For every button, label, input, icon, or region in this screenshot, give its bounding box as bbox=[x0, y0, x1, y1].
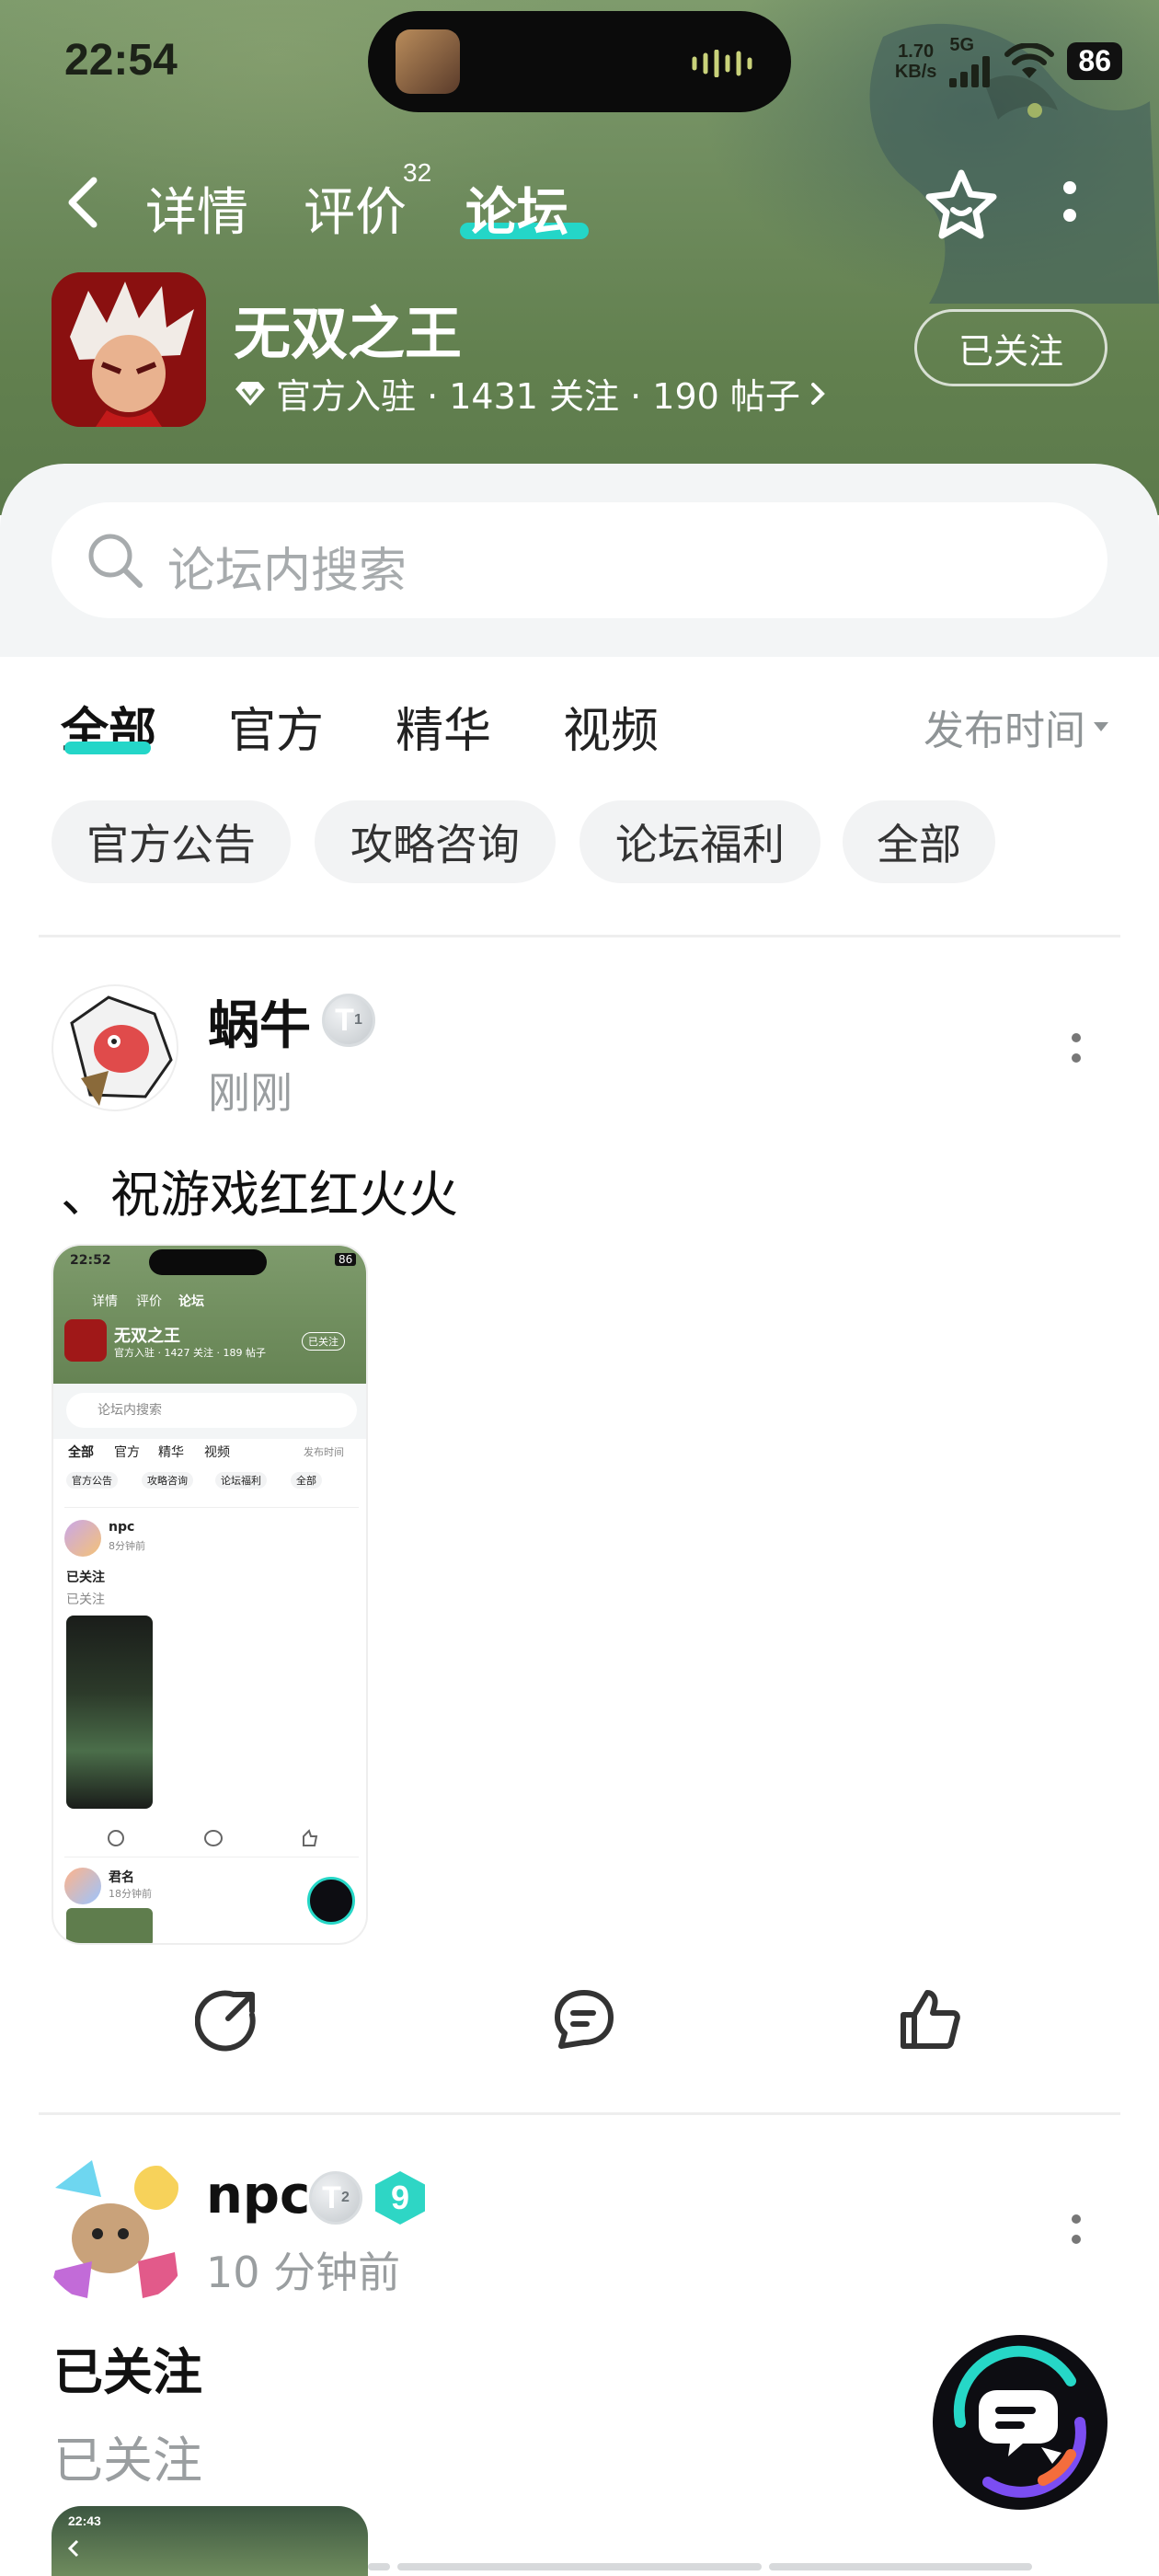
search-placeholder: 论坛内搜索 bbox=[167, 544, 407, 599]
game-meta-text: 官方入驻 · 1431 关注 · 190 帖子 bbox=[276, 376, 800, 417]
screenshot-actions bbox=[108, 1829, 318, 1846]
post-image[interactable]: 22:52 86 详情 评价 论坛 无双之王 官方入驻 · 1427 关注 · … bbox=[52, 1244, 368, 1945]
filter-tab-indicator bbox=[64, 742, 151, 754]
screenshot-post-sub: 已关注 bbox=[66, 1593, 105, 1607]
chevron-right-icon bbox=[810, 382, 825, 405]
screenshot-chip: 全部 bbox=[291, 1472, 322, 1489]
now-playing-thumbnail bbox=[396, 29, 460, 94]
tab-details[interactable]: 详情 bbox=[145, 171, 248, 246]
filter-tab-featured[interactable]: 精华 bbox=[396, 692, 491, 761]
divider bbox=[39, 935, 1120, 937]
game-header: 22:54 1.70 KB/s 5G 86 详情 评价 32 论坛 无双之王 官… bbox=[0, 0, 1159, 515]
screenshot-tab: 评价 bbox=[136, 1294, 162, 1309]
battery-level: 86 bbox=[1067, 42, 1122, 80]
review-count: 32 bbox=[403, 158, 432, 187]
screenshot-post2-user: 君名 bbox=[109, 1870, 134, 1885]
sort-dropdown[interactable]: 发布时间 bbox=[924, 697, 1109, 756]
screenshot-game-meta: 官方入驻 · 1427 关注 · 189 帖子 bbox=[114, 1347, 266, 1359]
post-more-icon[interactable] bbox=[1067, 2210, 1085, 2250]
audio-wave-icon bbox=[692, 50, 752, 77]
tab-reviews[interactable]: 评价 bbox=[304, 171, 407, 246]
image-pager-dot bbox=[397, 2563, 762, 2570]
chip-guide-questions[interactable]: 攻略咨询 bbox=[315, 800, 556, 883]
screenshot-filter: 全部 bbox=[68, 1445, 94, 1460]
user-tier-badge: T1 bbox=[322, 994, 375, 1047]
post-time: 10 分钟前 bbox=[206, 2248, 401, 2297]
screenshot-battery: 86 bbox=[335, 1253, 357, 1266]
net-speed: 1.70 KB/s bbox=[894, 40, 937, 82]
image-pager-dot bbox=[368, 2563, 390, 2570]
filter-tab-official[interactable]: 官方 bbox=[228, 692, 324, 761]
screenshot-chip: 官方公告 bbox=[66, 1472, 118, 1489]
screenshot-divider bbox=[64, 1507, 359, 1508]
post-more-icon[interactable] bbox=[1067, 1029, 1085, 1069]
filter-tab-video[interactable]: 视频 bbox=[563, 692, 659, 761]
screenshot-avatar bbox=[64, 1868, 101, 1904]
chip-official-notice[interactable]: 官方公告 bbox=[52, 800, 291, 883]
post-author[interactable]: 蜗牛 bbox=[208, 984, 311, 1059]
post-title[interactable]: 已关注 bbox=[53, 2331, 202, 2404]
screenshot-time: 22:52 bbox=[70, 1253, 111, 1268]
screenshot-sort: 发布时间 bbox=[304, 1446, 344, 1458]
signal-icon: 5G bbox=[949, 35, 992, 87]
screenshot-post-title: 已关注 bbox=[66, 1570, 105, 1585]
screenshot-back-icon bbox=[68, 2539, 79, 2558]
screenshot-filter: 官方 bbox=[114, 1445, 140, 1460]
game-meta[interactable]: 官方入驻 · 1431 关注 · 190 帖子 bbox=[234, 368, 826, 419]
screenshot-filter: 视频 bbox=[204, 1445, 230, 1460]
user-level-badge: 9 bbox=[375, 2171, 425, 2225]
forum-chat-fab[interactable] bbox=[933, 2335, 1107, 2510]
avatar[interactable] bbox=[52, 984, 178, 1111]
status-time: 22:54 bbox=[64, 36, 178, 85]
screenshot-game-icon bbox=[64, 1319, 107, 1362]
sort-label: 发布时间 bbox=[924, 707, 1085, 754]
post-time: 刚刚 bbox=[208, 1068, 293, 1118]
back-icon[interactable] bbox=[64, 175, 101, 230]
screenshot-island bbox=[149, 1249, 267, 1275]
screenshot-chip: 攻略咨询 bbox=[142, 1472, 193, 1489]
post-author[interactable]: npc bbox=[206, 2166, 310, 2225]
like-icon[interactable] bbox=[898, 1987, 962, 2052]
screenshot-tab: 详情 bbox=[92, 1294, 118, 1309]
screenshot-post-user: npc bbox=[109, 1520, 135, 1535]
screenshot-nested-image bbox=[66, 1908, 153, 1943]
game-icon bbox=[52, 272, 206, 427]
wifi-icon bbox=[1004, 42, 1055, 78]
chip-forum-perks[interactable]: 论坛福利 bbox=[580, 800, 820, 883]
screenshot-post-time: 8分钟前 bbox=[109, 1540, 145, 1552]
chip-all[interactable]: 全部 bbox=[843, 800, 995, 883]
tab-forum[interactable]: 论坛 bbox=[465, 171, 568, 246]
screenshot-filter: 精华 bbox=[158, 1445, 184, 1460]
screenshot-game-title: 无双之王 bbox=[114, 1327, 180, 1346]
screenshot-fab bbox=[307, 1877, 355, 1925]
follow-button[interactable]: 已关注 bbox=[914, 309, 1107, 386]
screenshot-chip: 论坛福利 bbox=[215, 1472, 267, 1489]
screenshot-nested-image bbox=[66, 1616, 153, 1809]
comment-icon[interactable] bbox=[552, 1987, 616, 2052]
share-icon[interactable] bbox=[195, 1987, 259, 2052]
screenshot-avatar bbox=[64, 1520, 101, 1557]
post-content[interactable]: 、祝游戏红红火火 bbox=[61, 1154, 458, 1226]
more-options-icon[interactable] bbox=[1056, 175, 1084, 230]
screenshot-time: 22:43 bbox=[68, 2513, 101, 2528]
caret-down-icon bbox=[1094, 722, 1108, 731]
user-tier-badge: T2 bbox=[309, 2171, 362, 2225]
screenshot-follow: 已关注 bbox=[302, 1332, 345, 1351]
avatar[interactable] bbox=[37, 2151, 193, 2307]
divider bbox=[39, 2112, 1120, 2115]
image-pager-dot bbox=[769, 2563, 1032, 2570]
status-icons: 1.70 KB/s 5G 86 bbox=[895, 35, 1122, 87]
screenshot-tab: 论坛 bbox=[178, 1294, 204, 1309]
screenshot-search-placeholder: 论坛内搜索 bbox=[98, 1403, 162, 1418]
game-title: 无双之王 bbox=[234, 300, 463, 367]
post-image[interactable]: 22:43 bbox=[52, 2506, 368, 2576]
post-excerpt[interactable]: 已关注 bbox=[53, 2420, 202, 2492]
screenshot-post2-time: 18分钟前 bbox=[109, 1888, 152, 1900]
favorite-star-icon[interactable] bbox=[920, 164, 1003, 247]
verified-diamond-icon bbox=[235, 381, 265, 406]
dynamic-island[interactable] bbox=[368, 11, 791, 112]
search-icon bbox=[88, 534, 143, 588]
